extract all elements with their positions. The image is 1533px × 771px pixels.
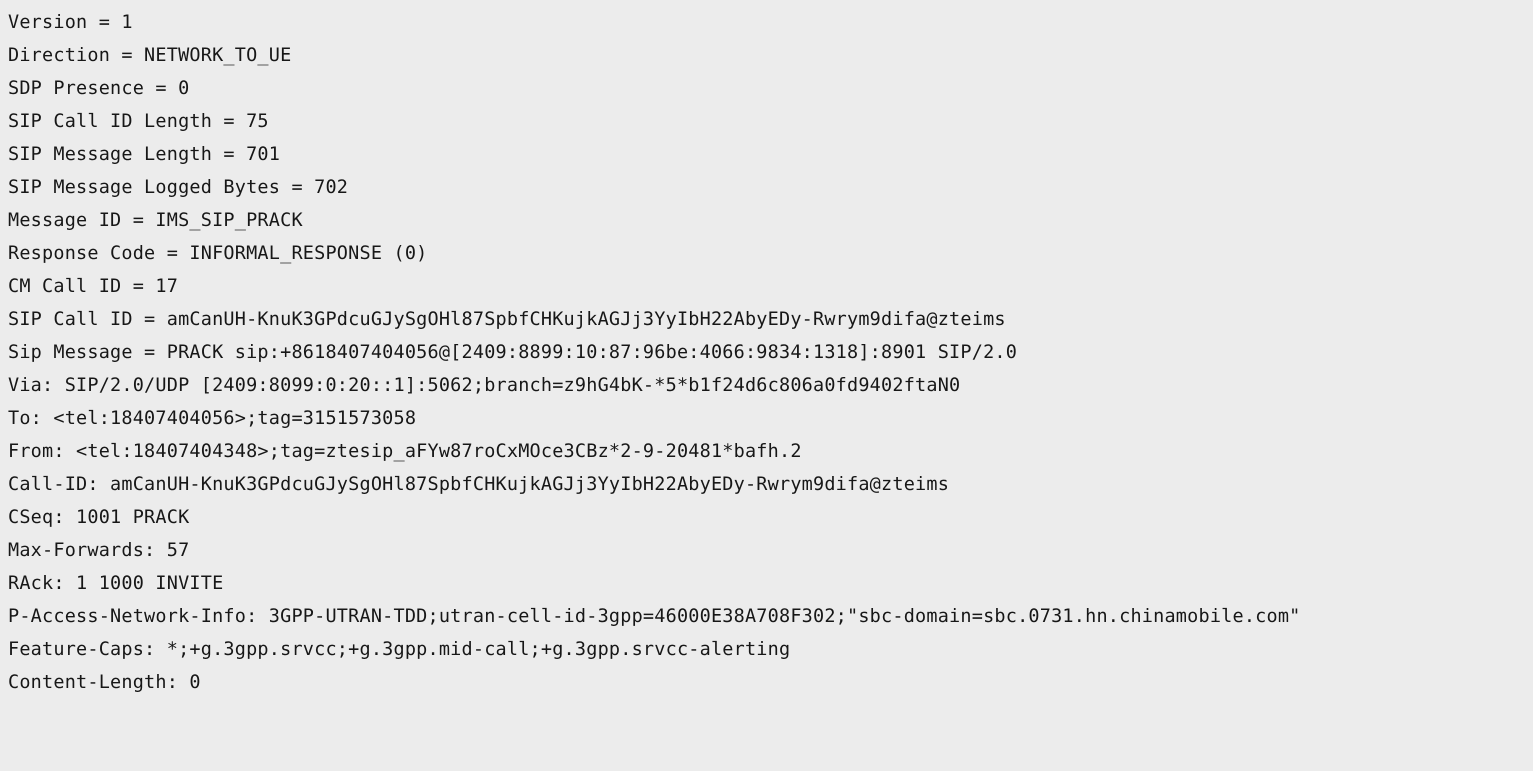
log-line: Max-Forwards: 57 <box>8 540 190 561</box>
log-line: Feature-Caps: *;+g.3gpp.srvcc;+g.3gpp.mi… <box>8 639 791 660</box>
log-line: Content-Length: 0 <box>8 672 201 693</box>
log-line: Call-ID: amCanUH-KnuK3GPdcuGJySgOHl87Spb… <box>8 474 950 495</box>
log-line: From: <tel:18407404348>;tag=ztesip_aFYw8… <box>8 441 802 462</box>
sip-log-viewer[interactable]: Version = 1 Direction = NETWORK_TO_UE SDP … <box>0 0 1533 771</box>
log-line: SDP Presence = 0 <box>8 78 190 99</box>
log-line: SIP Message Logged Bytes = 702 <box>8 177 349 198</box>
log-line: Sip Message = PRACK sip:+8618407404056@[… <box>8 342 1018 363</box>
log-line: Response Code = INFORMAL_RESPONSE (0) <box>8 243 428 264</box>
log-line: SIP Call ID = amCanUH-KnuK3GPdcuGJySgOHl… <box>8 309 1006 330</box>
log-line: P-Access-Network-Info: 3GPP-UTRAN-TDD;ut… <box>8 606 1301 627</box>
log-line: RAck: 1 1000 INVITE <box>8 573 224 594</box>
log-line: SIP Message Length = 701 <box>8 144 281 165</box>
log-line: Via: SIP/2.0/UDP [2409:8099:0:20::1]:506… <box>8 375 961 396</box>
log-line: SIP Call ID Length = 75 <box>8 111 269 132</box>
log-line: Message ID = IMS_SIP_PRACK <box>8 210 303 231</box>
log-line: CSeq: 1001 PRACK <box>8 507 190 528</box>
log-line: Version = 1 <box>8 12 133 33</box>
log-line: CM Call ID = 17 <box>8 276 179 297</box>
log-line: To: <tel:18407404056>;tag=3151573058 <box>8 408 417 429</box>
log-line: Direction = NETWORK_TO_UE <box>8 45 292 66</box>
